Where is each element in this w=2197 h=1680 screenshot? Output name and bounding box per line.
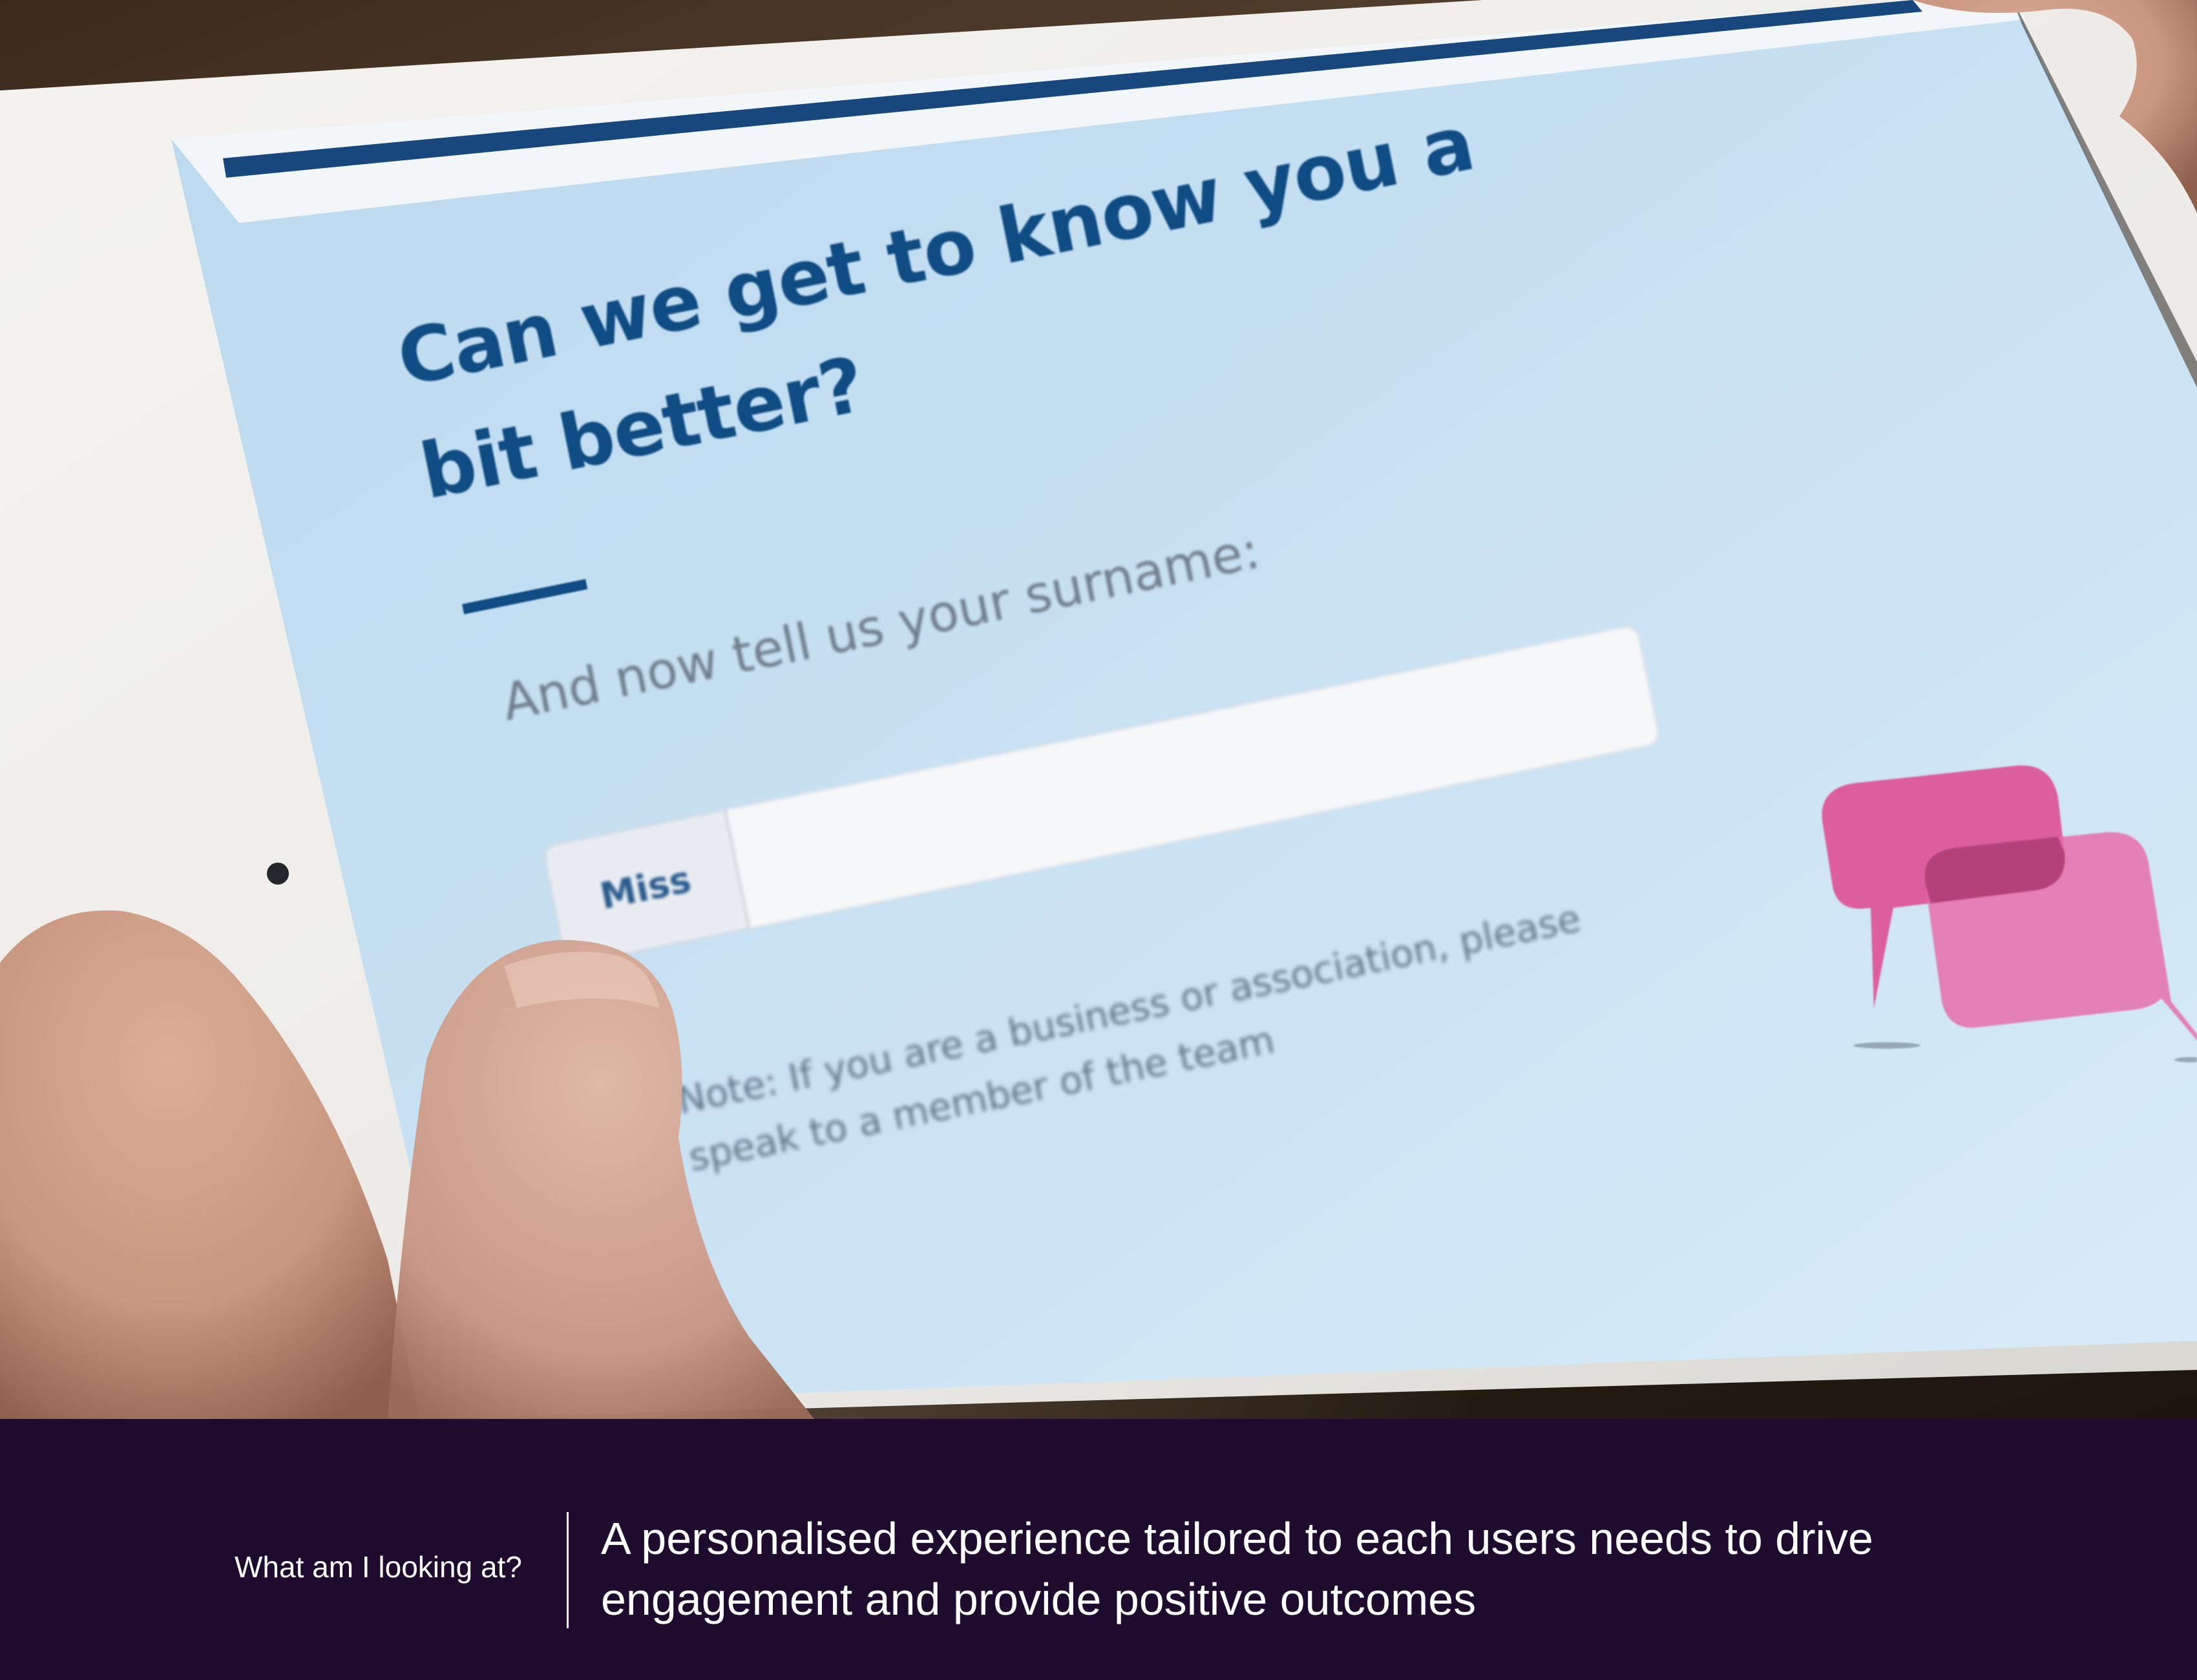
title-select[interactable]: Miss xyxy=(541,809,750,967)
surname-input[interactable] xyxy=(725,624,1662,930)
page-title: Can we get to know you a bit better? xyxy=(390,98,1481,517)
caption-divider xyxy=(567,1512,569,1628)
title-underline xyxy=(462,579,588,614)
caption-label: What am I looking at? xyxy=(235,1550,522,1584)
chat-bubbles-icon xyxy=(1822,765,2197,1062)
caption-text: A personalised experience tailored to ea… xyxy=(601,1513,1873,1624)
photo: Can we get to know you a bit better? And… xyxy=(0,0,2197,1419)
business-note: Note: If you are a business or associati… xyxy=(673,896,1584,1180)
surname-question: And now tell us your surname: xyxy=(498,521,1265,733)
screen-content: Can we get to know you a bit better? And… xyxy=(0,0,2197,1419)
